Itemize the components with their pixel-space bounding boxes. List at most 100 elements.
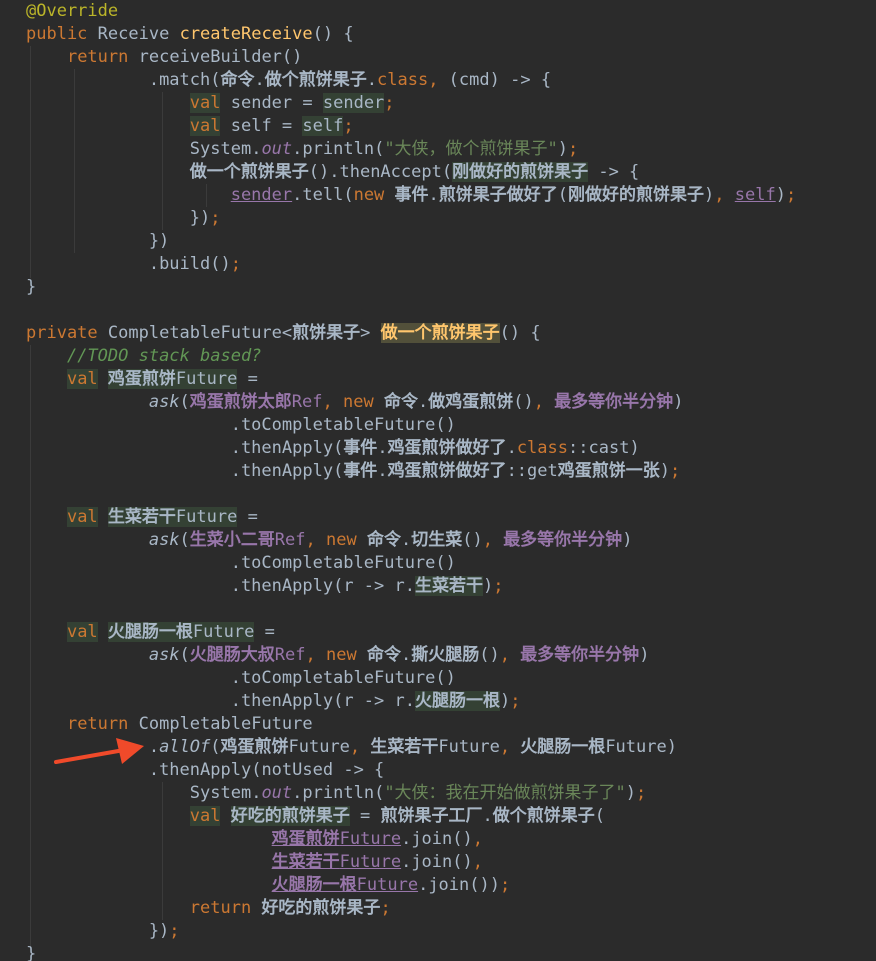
field-ref: 生菜若干 <box>415 576 484 596</box>
method-call: join <box>411 852 453 872</box>
method-call: thenApply <box>240 438 334 458</box>
lambda-param: notUsed <box>261 760 334 780</box>
method-ref: 鸡蛋煎饼一张 <box>557 461 660 481</box>
class-name: 做个煎饼果子 <box>264 70 367 90</box>
code-line-1[interactable]: @Override <box>26 0 118 23</box>
class-name: 煎饼果子 <box>292 323 361 343</box>
keyword: new <box>343 392 374 412</box>
captured-var: sender <box>230 185 293 205</box>
code-line-38[interactable]: 生菜若干Future.join(), <box>26 851 483 874</box>
lambda-param: r <box>394 576 405 596</box>
method-call: thenApply <box>240 576 334 596</box>
code-line-25[interactable]: .toCompletableFuture() <box>26 552 456 575</box>
class-name: 命令 <box>220 70 255 90</box>
code-line-12[interactable]: .build(); <box>26 253 241 276</box>
local-var: self <box>230 116 272 136</box>
field-ref: 火腿肠一根 <box>415 691 501 711</box>
code-line-41[interactable]: }); <box>26 920 180 943</box>
code-line-28[interactable]: val 火腿肠一根Future = <box>26 621 275 644</box>
field-ref: 生菜小二哥 <box>189 530 275 550</box>
code-line-7[interactable]: System.out.println("大侠，做个煎饼果子"); <box>26 138 579 161</box>
code-line-32[interactable]: return CompletableFuture <box>26 713 313 736</box>
code-line-39[interactable]: 火腿肠一根Future.join()); <box>26 874 511 897</box>
code-line-9[interactable]: sender.tell(new 事件.煎饼果子做好了(刚做好的煎饼果子), se… <box>26 184 797 207</box>
local-var: 生菜若干 <box>370 737 439 757</box>
method-call: ask <box>148 530 180 550</box>
field-ref: 火腿肠大叔 <box>189 645 275 665</box>
code-line-10[interactable]: }); <box>26 207 221 230</box>
class-name: 鸡蛋煎饼做好了 <box>387 438 507 458</box>
code-line-11[interactable]: }) <box>26 230 169 253</box>
code-line-19[interactable]: .toCompletableFuture() <box>26 414 456 437</box>
class-name: 事件 <box>394 185 429 205</box>
class-name: 煎饼果子工厂 <box>380 806 483 826</box>
method-call: receiveBuilder <box>138 47 282 67</box>
keyword: val <box>66 507 98 527</box>
keyword: val <box>66 369 98 389</box>
code-line-24[interactable]: ask(生菜小二哥Ref, new 命令.切生菜(), 最多等你半分钟) <box>26 529 633 552</box>
method-call: 做一个煎饼果子 <box>189 162 309 182</box>
local-var: 生菜若干 <box>107 507 176 527</box>
code-line-16[interactable]: //TODO stack based? <box>26 345 261 368</box>
method-call: build <box>159 254 211 274</box>
class-name: 事件 <box>343 461 378 481</box>
override-annotation: @Override <box>26 1 119 21</box>
method-call: 做个煎饼果子 <box>492 806 595 826</box>
method-call: thenApply <box>159 760 252 780</box>
code-line-3[interactable]: return receiveBuilder() <box>26 46 302 69</box>
static-field: out <box>261 139 293 159</box>
code-editor[interactable]: @Override public Receive createReceive()… <box>0 0 876 961</box>
code-line-36[interactable]: val 好吃的煎饼果子 = 煎饼果子工厂.做个煎饼果子( <box>26 805 605 828</box>
code-line-40[interactable]: return 好吃的煎饼果子; <box>26 897 391 920</box>
keyword: val <box>189 806 221 826</box>
method-call: tell <box>302 185 344 205</box>
code-line-30[interactable]: .toCompletableFuture() <box>26 667 456 690</box>
code-line-4[interactable]: .match(命令.做个煎饼果子.class, (cmd) -> { <box>26 69 551 92</box>
keyword: val <box>189 116 221 136</box>
lambda-param: 刚做好的煎饼果子 <box>452 162 589 182</box>
method-declaration: createReceive <box>179 24 313 44</box>
keyword: val <box>66 622 98 642</box>
red-arrow-annotation-icon <box>54 738 144 764</box>
class-name: 命令 <box>366 645 401 665</box>
code-line-13[interactable]: } <box>26 276 36 299</box>
class-name: 做鸡蛋煎饼 <box>428 392 514 412</box>
todo-comment: //TODO stack based? <box>66 346 262 366</box>
lambda-param: r <box>343 576 354 596</box>
local-var: 好吃的煎饼果子 <box>261 898 381 918</box>
code-line-5[interactable]: val sender = sender; <box>26 92 395 115</box>
code-line-17[interactable]: val 鸡蛋煎饼Future = <box>26 368 258 391</box>
local-var: 火腿肠一根 <box>520 737 606 757</box>
method-ref: cast <box>588 438 630 458</box>
code-line-21[interactable]: .thenApply(事件.鸡蛋煎饼做好了::get鸡蛋煎饼一张); <box>26 460 681 483</box>
code-line-37[interactable]: 鸡蛋煎饼Future.join(), <box>26 828 483 851</box>
lambda-param: r <box>394 691 405 711</box>
code-line-23[interactable]: val 生菜若干Future = <box>26 506 258 529</box>
lambda-param: r <box>343 691 354 711</box>
code-line-20[interactable]: .thenApply(事件.鸡蛋煎饼做好了.class::cast) <box>26 437 640 460</box>
method-call: println <box>302 783 375 803</box>
code-line-35[interactable]: System.out.println("大侠：我在开始做煎饼果子了"); <box>26 782 647 805</box>
code-line-29[interactable]: ask(火腿肠大叔Ref, new 命令.撕火腿肠(), 最多等你半分钟) <box>26 644 650 667</box>
code-line-8[interactable]: 做一个煎饼果子().thenAccept(刚做好的煎饼果子 -> { <box>26 161 639 184</box>
captured-var: 生菜若干 <box>271 852 340 872</box>
keyword: return <box>189 898 252 918</box>
code-line-15[interactable]: private CompletableFuture<煎饼果子> 做一个煎饼果子(… <box>26 322 541 345</box>
field-ref: 最多等你半分钟 <box>520 645 640 665</box>
code-line-6[interactable]: val self = self; <box>26 115 354 138</box>
method-call: toCompletableFuture <box>240 553 436 573</box>
method-call: allOf <box>159 737 211 757</box>
type-name: Receive <box>97 24 170 44</box>
code-line-18[interactable]: ask(鸡蛋煎饼太郎Ref, new 命令.做鸡蛋煎饼(), 最多等你半分钟) <box>26 391 684 414</box>
code-line-2[interactable]: public Receive createReceive() { <box>26 23 354 46</box>
method-ref: get <box>527 461 558 481</box>
class-name: 命令 <box>383 392 418 412</box>
string-literal: "大侠，做个煎饼果子" <box>384 139 558 159</box>
code-line-31[interactable]: .thenApply(r -> r.火腿肠一根); <box>26 690 521 713</box>
code-line-42[interactable]: } <box>26 943 36 961</box>
code-line-26[interactable]: .thenApply(r -> r.生菜若干); <box>26 575 504 598</box>
method-call: thenApply <box>240 691 334 711</box>
method-call: println <box>302 139 375 159</box>
method-call: join <box>411 829 453 849</box>
method-call: ask <box>148 392 180 412</box>
